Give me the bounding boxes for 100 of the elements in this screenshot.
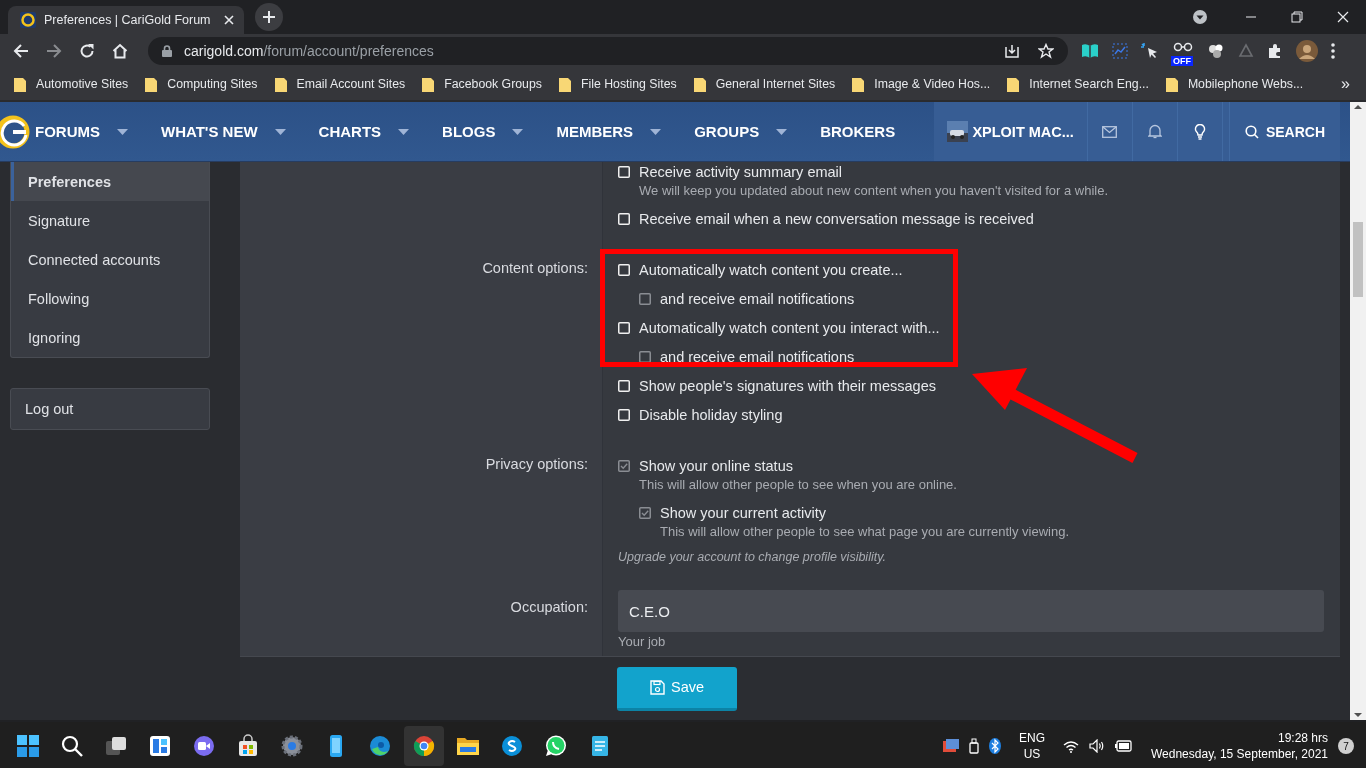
language-indicator[interactable]: ENG US (1018, 730, 1045, 762)
new-tab-button[interactable] (255, 3, 283, 31)
shopping-bag-icon[interactable] (236, 734, 260, 758)
browser-tab[interactable]: Preferences | CariGold Forum (8, 6, 244, 34)
bookmark-folder[interactable]: Mobilephone Webs... (1165, 76, 1304, 92)
bookmark-folder[interactable]: Computing Sites (145, 76, 258, 92)
puzzle-icon[interactable] (1267, 43, 1283, 59)
folder-icon (1007, 76, 1020, 92)
site-logo-icon[interactable] (0, 114, 30, 149)
restore-icon[interactable] (1291, 11, 1303, 23)
caret-icon[interactable] (117, 128, 128, 135)
logout-button[interactable]: Log out (10, 388, 210, 430)
glasses-icon[interactable] (1173, 42, 1193, 52)
bookmark-folder[interactable]: Facebook Groups (422, 76, 542, 92)
option-label: Receive activity summary email (639, 164, 843, 180)
camera-icon[interactable] (192, 734, 216, 758)
option-label: Show your online status (639, 458, 793, 474)
folder-icon (1165, 76, 1178, 92)
caret-icon[interactable] (512, 128, 524, 135)
scrollbar-thumb[interactable] (1353, 222, 1363, 297)
picture-app-icon[interactable] (942, 739, 959, 753)
nav-tab[interactable]: BLOGS (442, 123, 496, 140)
sidebar-item[interactable]: Following (11, 279, 209, 318)
search-button[interactable]: SEARCH (1228, 102, 1340, 161)
field-label: Occupation: (510, 599, 588, 615)
chat-app-icon[interactable] (500, 734, 524, 758)
caret-icon[interactable] (274, 128, 286, 135)
dropdown-icon[interactable] (1192, 9, 1208, 25)
occupation-field[interactable]: C.E.O (618, 590, 1324, 632)
account-menu[interactable]: XPLOIT MAC... (934, 102, 1088, 161)
browser-icon[interactable] (412, 734, 436, 758)
bluetooth-icon[interactable] (988, 738, 1001, 754)
bookmark-folder[interactable]: Internet Search Eng... (1007, 76, 1149, 92)
nav-tab[interactable]: BROKERS (820, 123, 896, 140)
cursor-icon[interactable] (1141, 42, 1159, 60)
volume-icon[interactable] (1089, 739, 1105, 753)
scrollbar[interactable] (1350, 102, 1366, 720)
more-bookmarks-button[interactable]: » (1341, 75, 1350, 93)
nav-tab[interactable]: MEMBERS (556, 123, 634, 140)
bookmark-folder[interactable]: File Hosting Sites (558, 76, 677, 92)
start-icon[interactable] (16, 734, 40, 758)
option-label: and receive email notifications (660, 349, 855, 365)
folder-icon (274, 76, 287, 92)
extension-badge: OFF (1171, 56, 1193, 66)
nav-tab[interactable]: WHAT'S NEW (161, 123, 258, 140)
spheres-icon[interactable] (1207, 42, 1225, 60)
bookmark-folder[interactable]: Automotive Sites (14, 76, 129, 92)
bookmark-folder[interactable]: Image & Video Hos... (852, 76, 991, 92)
save-icon (649, 679, 665, 695)
forward-icon[interactable] (46, 43, 62, 59)
bell-icon (1147, 124, 1162, 139)
address-bar[interactable]: carigold.com/forum/account/preferences (148, 37, 1068, 65)
caret-icon[interactable] (650, 128, 662, 135)
sidebar-item[interactable]: Preferences (11, 162, 209, 201)
star-icon[interactable] (1038, 43, 1054, 59)
folder-icon (558, 76, 571, 92)
notification-count[interactable]: 7 (1338, 738, 1354, 754)
chat-app-icon[interactable] (544, 734, 568, 758)
option-label: and receive email notifications (660, 291, 855, 307)
book-icon[interactable] (1081, 43, 1099, 59)
upgrade-note: Upgrade your account to change profile visibility. (618, 550, 887, 564)
option-label: Automatically watch content you create... (639, 262, 903, 278)
avatar-icon[interactable] (1296, 40, 1318, 62)
sidebar-item[interactable]: Connected accounts (11, 240, 209, 279)
wifi-icon[interactable] (1063, 739, 1079, 753)
bookmark-folder[interactable]: Email Account Sites (274, 76, 406, 92)
folder-icon (693, 76, 706, 92)
close-icon[interactable] (224, 15, 234, 25)
lock-icon (162, 45, 172, 57)
folder-icon (145, 76, 158, 92)
bookmark-folder[interactable]: General Internet Sites (693, 76, 836, 92)
option-hint: This will allow other people to see when you are online. (638, 476, 958, 494)
sidebar-item[interactable]: Signature (11, 201, 209, 240)
reload-icon[interactable] (79, 43, 95, 59)
caret-icon[interactable] (398, 128, 410, 135)
caret-icon[interactable] (776, 128, 788, 135)
clock[interactable]: 19:28 hrs Wednesday, 15 September, 2021 (1151, 730, 1328, 762)
lightbulb-icon (1193, 123, 1206, 140)
home-icon[interactable] (112, 43, 128, 59)
search-icon (1244, 124, 1259, 139)
install-icon[interactable] (1004, 43, 1020, 59)
nav-tab[interactable]: CHARTS (318, 123, 382, 140)
menu-icon[interactable] (1331, 43, 1335, 59)
sidebar-item[interactable]: Ignoring (11, 318, 209, 357)
site-logo-icon (20, 12, 36, 28)
widgets-icon[interactable] (148, 734, 172, 758)
nav-tab[interactable]: GROUPS (694, 123, 760, 140)
battery-icon[interactable] (1115, 740, 1133, 752)
settings-icon[interactable] (280, 734, 304, 758)
option-label: Show people's signatures with their messages (639, 378, 936, 394)
browser-icon[interactable] (368, 734, 392, 758)
nav-tab[interactable]: FORUMS (35, 123, 100, 140)
close-icon[interactable] (1337, 11, 1349, 23)
search-icon[interactable] (60, 734, 84, 758)
option-label: Receive email when a new conversation message is received (639, 211, 1034, 227)
task-view-icon[interactable] (104, 734, 128, 758)
tab-title: Preferences | CariGold Forum (44, 13, 212, 27)
back-icon[interactable] (13, 43, 29, 59)
chart-icon[interactable] (1112, 43, 1128, 59)
usb-icon[interactable] (968, 738, 979, 754)
